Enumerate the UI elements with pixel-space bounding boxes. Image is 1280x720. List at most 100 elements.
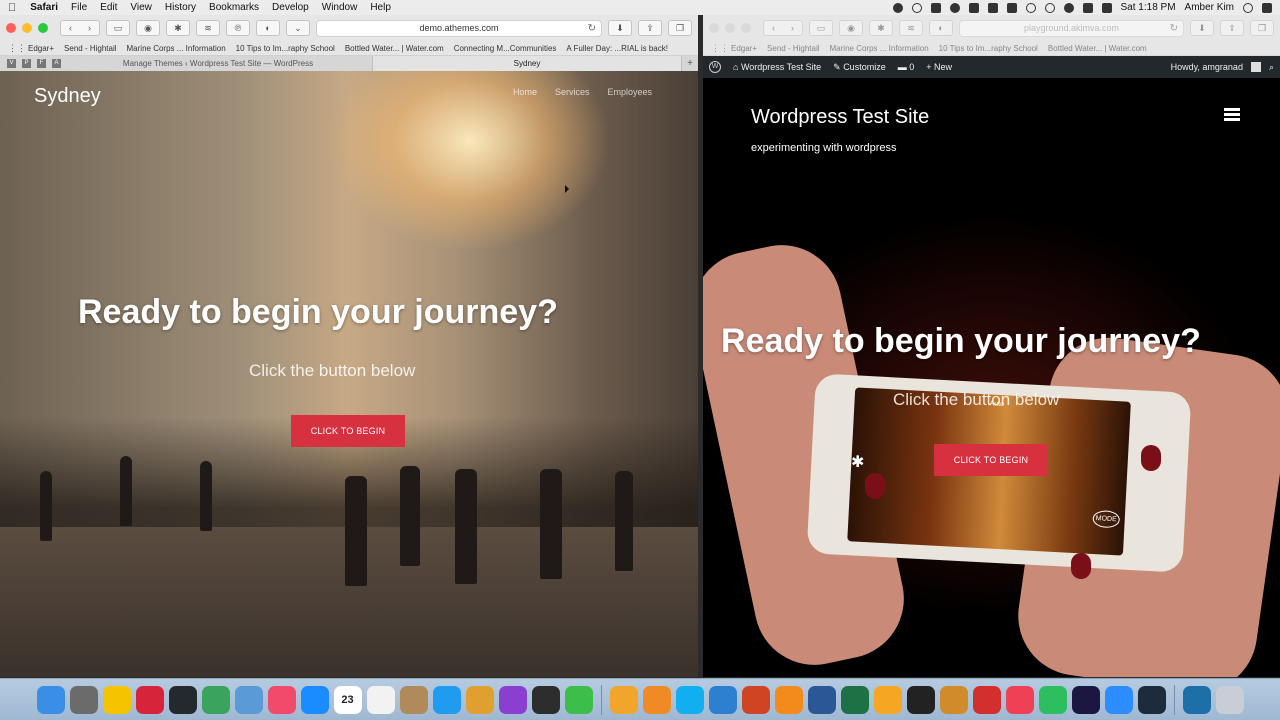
favorite-link[interactable]: Connecting M...Communities (454, 44, 557, 53)
favorite-link[interactable]: A Fuller Day: ...RIAL is back! (566, 44, 668, 53)
imovie-icon[interactable] (531, 685, 560, 714)
bluetooth-icon[interactable] (1044, 2, 1055, 13)
wifi-icon[interactable] (1063, 2, 1074, 13)
extension-button[interactable]: ◐ (929, 20, 953, 36)
sketch-icon[interactable] (873, 685, 902, 714)
share-button[interactable]: ⇪ (638, 20, 662, 36)
back-forward-buttons[interactable]: ‹ › (60, 20, 100, 36)
extension-button[interactable]: ≋ (196, 20, 220, 36)
menu-help[interactable]: Help (370, 2, 391, 13)
menu-bookmarks[interactable]: Bookmarks (209, 2, 259, 13)
back-icon[interactable]: ‹ (69, 23, 72, 33)
launchpad-icon[interactable] (69, 685, 98, 714)
click-to-begin-button[interactable]: CLICK TO BEGIN (934, 444, 1048, 476)
zoom-icon[interactable] (741, 23, 751, 33)
notifications-icon[interactable] (1262, 2, 1272, 13)
evernote-icon[interactable] (987, 2, 998, 13)
appstore-icon[interactable] (432, 685, 461, 714)
pages-icon[interactable] (774, 685, 803, 714)
menu-safari[interactable]: Safari (30, 2, 58, 13)
sidebar-button[interactable]: ▭ (809, 20, 833, 36)
grid-icon[interactable]: ⋮⋮ (8, 43, 26, 54)
favorite-link[interactable]: Edgar+ (731, 44, 757, 53)
tabs-button[interactable]: ❐ (668, 20, 692, 36)
new-tab-icon[interactable]: + (682, 58, 698, 69)
extension-button[interactable]: ≋ (899, 20, 923, 36)
preview-icon[interactable] (234, 685, 263, 714)
favorite-link[interactable]: Marine Corps ... Information (127, 44, 226, 53)
avatar[interactable] (1250, 62, 1261, 72)
minimize-icon[interactable] (725, 23, 735, 33)
extension-button[interactable]: ℗ (226, 20, 250, 36)
facetime-icon[interactable] (564, 685, 593, 714)
favorite-link[interactable]: 10 Tips to Im...raphy School (939, 44, 1038, 53)
sync-icon[interactable] (949, 2, 960, 13)
extension-button[interactable]: ⌄ (286, 20, 310, 36)
pocket-icon[interactable] (1005, 685, 1034, 714)
nav-services[interactable]: Services (555, 87, 590, 97)
favorite-link[interactable]: Bottled Water... | Water.com (1048, 44, 1147, 53)
menu-develop[interactable]: Develop (272, 2, 309, 13)
nav-employees[interactable]: Employees (607, 87, 652, 97)
favorite-link[interactable]: Bottled Water... | Water.com (345, 44, 444, 53)
favorite-link[interactable]: Edgar+ (28, 44, 54, 53)
menu-hamburger-icon[interactable] (1224, 108, 1240, 121)
back-forward-buttons[interactable]: ‹ › (763, 20, 803, 36)
skype-icon[interactable] (675, 685, 704, 714)
tab-manage-themes[interactable]: Manage Themes ‹ Wordpress Test Site — Wo… (64, 56, 373, 71)
calendar-icon[interactable]: 23 (333, 685, 362, 714)
scrivener-icon[interactable] (201, 685, 230, 714)
extension-button[interactable]: ◐ (256, 20, 280, 36)
search-icon[interactable]: ⌕ (1269, 62, 1274, 73)
admin-customize[interactable]: ✎ Customize (833, 62, 886, 73)
power-icon[interactable] (972, 685, 1001, 714)
screenflow-icon[interactable] (1137, 685, 1166, 714)
photos-icon[interactable] (465, 685, 494, 714)
admin-site-name[interactable]: ⌂ Wordpress Test Site (733, 62, 821, 72)
quicktime-icon[interactable] (1182, 685, 1211, 714)
pinned-tab-icon[interactable]: F (37, 59, 46, 68)
finder-icon[interactable] (36, 685, 65, 714)
grid-icon[interactable]: ⋮⋮ (711, 43, 729, 54)
notes-icon[interactable] (366, 685, 395, 714)
minimize-icon[interactable] (22, 23, 32, 33)
app-icon[interactable] (968, 2, 979, 13)
extension-button[interactable]: ✱ (869, 20, 893, 36)
keynote-icon[interactable] (708, 685, 737, 714)
favorite-link[interactable]: Send - Hightail (767, 44, 819, 53)
trash-icon[interactable] (1215, 685, 1244, 714)
menu-edit[interactable]: Edit (100, 2, 117, 13)
vectorize-icon[interactable] (642, 685, 671, 714)
powerpoint-icon[interactable] (741, 685, 770, 714)
admin-comments[interactable]: ▬ 0 (898, 62, 915, 72)
user-name[interactable]: Amber Kim (1185, 2, 1234, 13)
clipboard-icon[interactable] (1006, 2, 1017, 13)
menu-window[interactable]: Window (322, 2, 358, 13)
favorite-link[interactable]: 10 Tips to Im...raphy School (236, 44, 335, 53)
extension-button[interactable]: ◉ (136, 20, 160, 36)
clock[interactable]: Sat 1:18 PM (1121, 2, 1176, 13)
pinned-tab-icon[interactable]: A (52, 59, 61, 68)
search-icon[interactable] (1243, 2, 1253, 13)
close-icon[interactable] (6, 23, 16, 33)
colorpicker-icon[interactable] (498, 685, 527, 714)
close-icon[interactable] (709, 23, 719, 33)
site-title[interactable]: Wordpress Test Site (751, 106, 929, 129)
dropbox-icon[interactable] (930, 2, 941, 13)
apple-menu-icon[interactable]:  (8, 2, 16, 14)
howdy-user[interactable]: Howdy, amgranad (1171, 62, 1243, 72)
evernote-icon[interactable] (1038, 685, 1067, 714)
reload-icon[interactable]: ↻ (1170, 23, 1178, 34)
favorite-link[interactable]: Send - Hightail (64, 44, 116, 53)
admin-new[interactable]: + New (926, 62, 952, 72)
share-button[interactable]: ⇪ (1220, 20, 1244, 36)
downloads-button[interactable]: ⬇ (1190, 20, 1214, 36)
zoom-icon[interactable] (38, 23, 48, 33)
downloads-button[interactable]: ⬇ (608, 20, 632, 36)
pineapple-icon[interactable] (609, 685, 638, 714)
github-icon[interactable] (168, 685, 197, 714)
volume-icon[interactable] (1082, 2, 1093, 13)
itunes-icon[interactable] (267, 685, 296, 714)
safari-icon[interactable] (300, 685, 329, 714)
excel-icon[interactable] (840, 685, 869, 714)
